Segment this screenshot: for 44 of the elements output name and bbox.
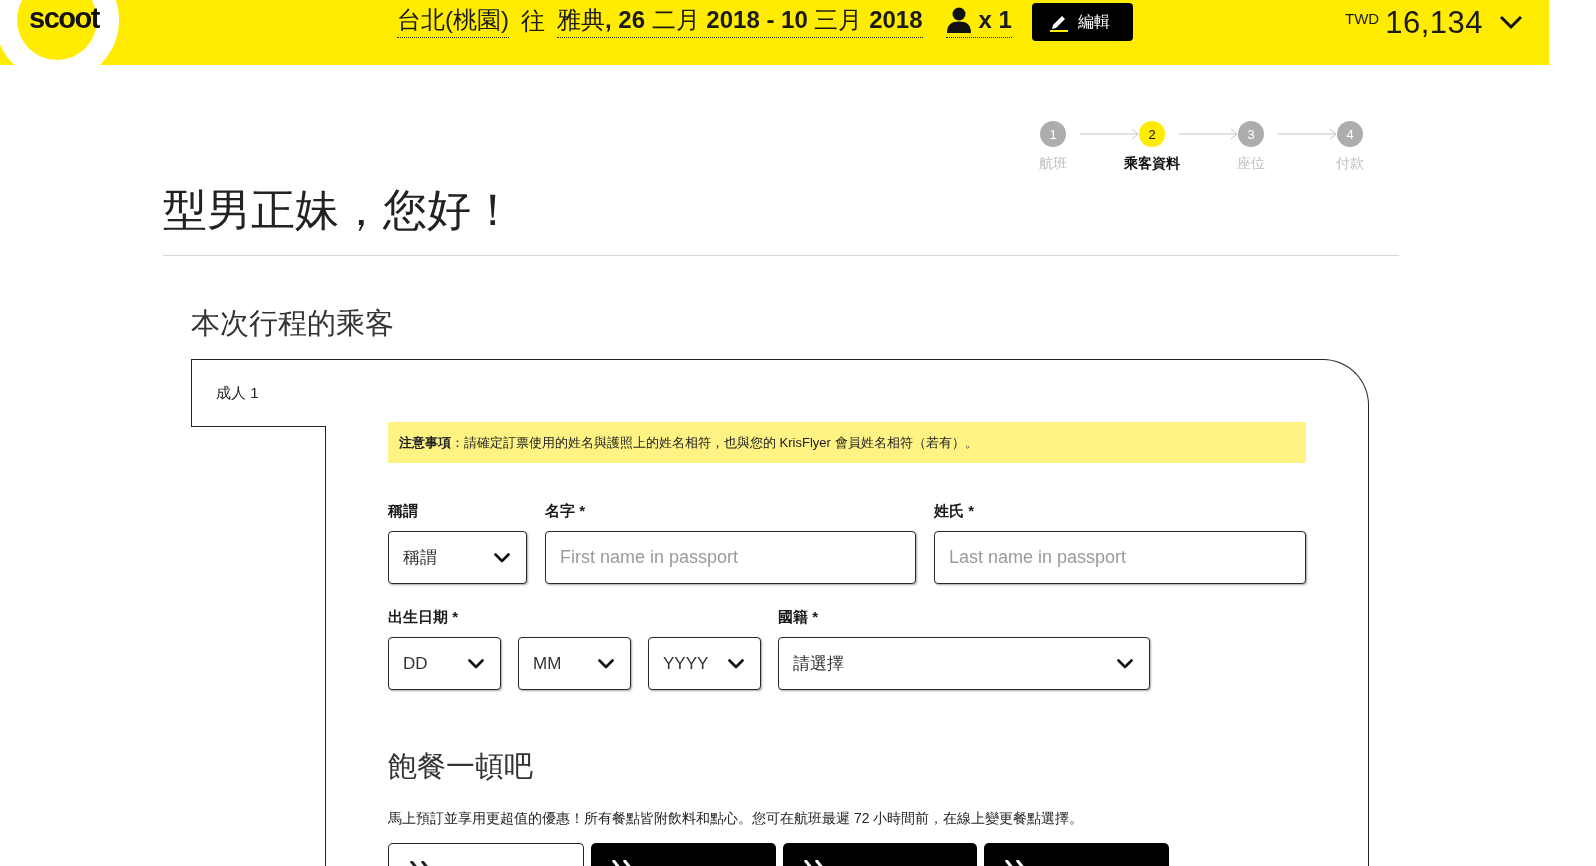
dropdown-field[interactable]: DD bbox=[388, 637, 501, 690]
step-arrow bbox=[1179, 128, 1238, 140]
step-arrow bbox=[1080, 128, 1139, 140]
field-label: 姓氏 * bbox=[934, 502, 974, 519]
origin-link[interactable]: 台北(桃園) bbox=[397, 3, 509, 38]
chevron-down-icon bbox=[728, 658, 744, 669]
step-number: 4 bbox=[1337, 121, 1363, 147]
dropdown-field[interactable]: 稱謂 bbox=[388, 531, 527, 584]
chevron-down-icon[interactable] bbox=[1499, 15, 1523, 30]
step-label: 付款 bbox=[1336, 155, 1364, 172]
field-label: 稱謂 bbox=[388, 502, 418, 519]
chevron-down-icon bbox=[494, 552, 510, 563]
step-label: 航班 bbox=[1039, 155, 1067, 172]
description-text: 馬上預訂並享用更超值的優惠！所有餐點皆附飲料和點心。您可在航班最遲 72 小時間前，在線上變更餐點選擇。 bbox=[388, 809, 1084, 829]
field-label: 出生日期 * bbox=[388, 608, 458, 625]
greeting-heading: 型男正妹，您好！ bbox=[163, 185, 515, 237]
step-arrow bbox=[1278, 128, 1337, 140]
notice-text: 注意事項：請確定訂票使用的姓名與護照上的姓名相符，也與您的 KrisFlyer 會員姓名相符（若有）。 bbox=[399, 433, 978, 452]
dropdown-field[interactable]: YYYY bbox=[648, 637, 761, 690]
section-title: 本次行程的乘客 bbox=[191, 306, 394, 341]
trip-dates-link[interactable]: 雅典, 26 二月 2018 - 10 三月 2018 bbox=[557, 3, 923, 38]
chevron-down-icon bbox=[598, 658, 614, 669]
step-number: 2 bbox=[1139, 121, 1165, 147]
step-number: 1 bbox=[1040, 121, 1066, 147]
step-number: 3 bbox=[1238, 121, 1264, 147]
dropdown-field[interactable]: MM bbox=[518, 637, 631, 690]
connector-text: 往 bbox=[521, 5, 545, 36]
text-input-field[interactable]: Last name in passport bbox=[934, 531, 1306, 584]
dropdown-field[interactable]: 請選擇 bbox=[778, 637, 1150, 690]
text-input-field[interactable]: First name in passport bbox=[545, 531, 916, 584]
edit-button[interactable]: 編輯 bbox=[1031, 3, 1133, 41]
chevron-down-icon bbox=[1117, 658, 1133, 669]
step-label: 座位 bbox=[1237, 155, 1265, 172]
passenger-count-link[interactable]: x 1 bbox=[945, 3, 1012, 38]
step-label: 乘客資料 bbox=[1124, 155, 1180, 172]
chevron-down-icon bbox=[468, 658, 484, 669]
field-label: 國籍 * bbox=[778, 608, 818, 625]
passenger-tab[interactable]: 成人 1 bbox=[191, 359, 326, 427]
field-label: 名字 * bbox=[545, 502, 585, 519]
price-total: 16,134 bbox=[1385, 6, 1483, 40]
person-icon bbox=[945, 7, 972, 33]
currency-label: TWD bbox=[1345, 10, 1380, 27]
meal-option-card[interactable] bbox=[388, 843, 584, 866]
section-title: 飽餐一頓吧 bbox=[388, 749, 533, 784]
